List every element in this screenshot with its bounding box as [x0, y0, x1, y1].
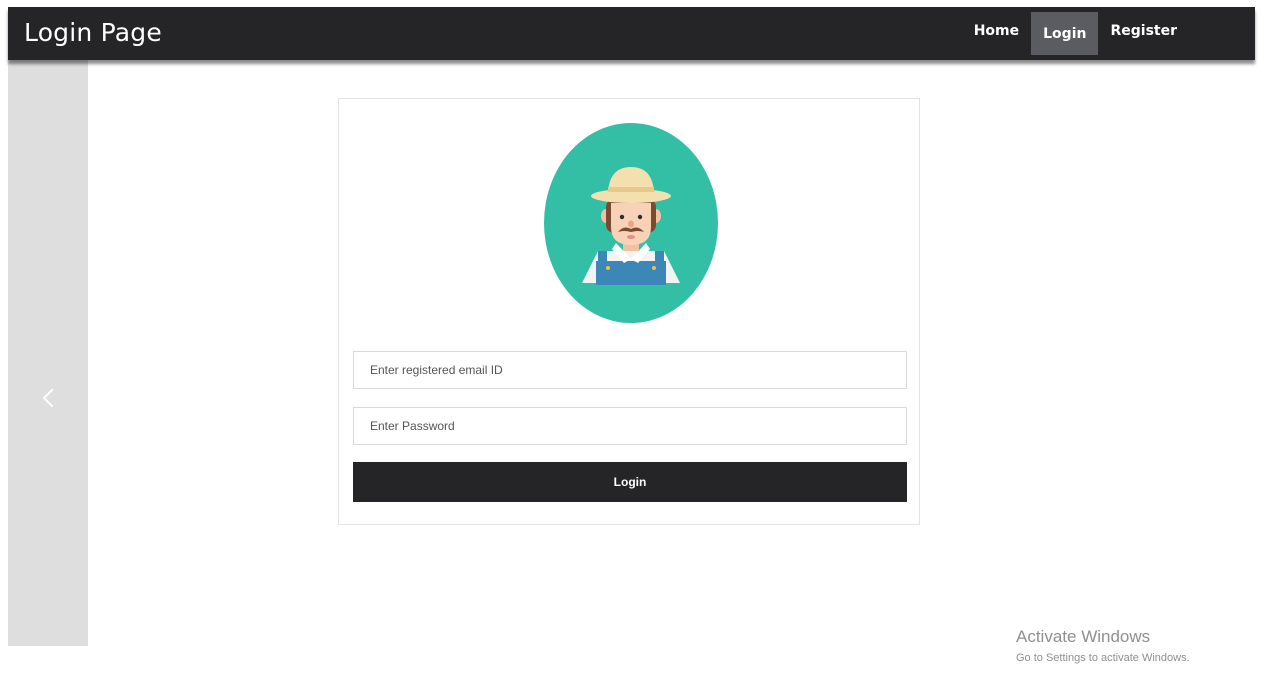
top-navbar: Login Page Home Login Register — [8, 7, 1255, 60]
login-card: Login — [338, 98, 920, 525]
nav-home-link[interactable]: Home — [962, 7, 1031, 55]
windows-activation-watermark: Activate Windows Go to Settings to activ… — [1016, 627, 1190, 665]
farmer-avatar-icon — [544, 123, 718, 323]
watermark-title: Activate Windows — [1016, 627, 1151, 646]
password-input[interactable] — [353, 407, 907, 445]
login-page: Login Page Home Login Register Enter reg… — [0, 0, 1261, 679]
nav-links: Home Login Register — [962, 7, 1189, 55]
carousel-prev-panel[interactable] — [8, 60, 88, 646]
email-input[interactable] — [353, 351, 907, 389]
login-button[interactable]: Login — [353, 462, 907, 502]
nav-login-link[interactable]: Login — [1031, 12, 1099, 55]
watermark-subtitle: Go to Settings to activate Windows. — [1016, 652, 1190, 664]
chevron-left-icon[interactable] — [42, 388, 54, 408]
brand-title: Login Page — [24, 18, 162, 47]
nav-register-link[interactable]: Register — [1098, 7, 1189, 55]
